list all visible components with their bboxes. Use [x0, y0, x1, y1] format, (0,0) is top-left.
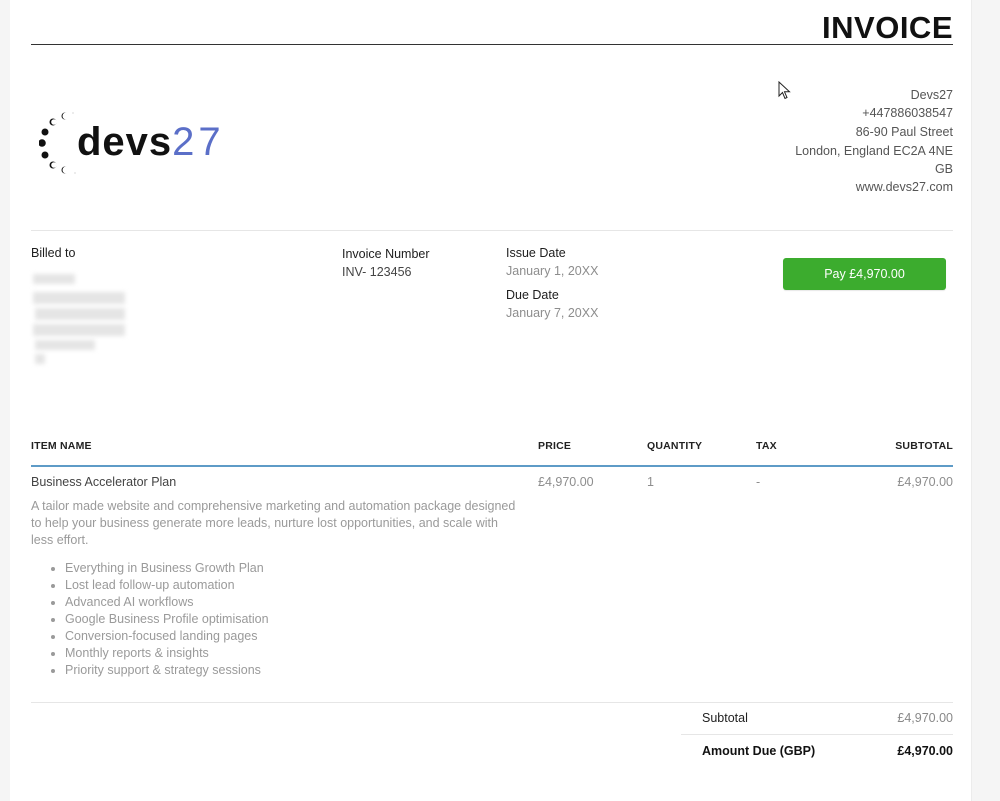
billed-to-label: Billed to: [31, 246, 76, 260]
page-margin-left: [0, 0, 10, 801]
list-item: Everything in Business Growth Plan: [65, 560, 269, 577]
column-header-quantity: QUANTITY: [647, 440, 703, 452]
item-tax: -: [756, 475, 761, 489]
item-description: A tailor made website and comprehensive …: [31, 499, 516, 547]
due-date-label: Due Date: [506, 288, 559, 302]
list-item: Monthly reports & insights: [65, 645, 269, 662]
issue-date-label: Issue Date: [506, 246, 566, 260]
amount-due-label: Amount Due (GBP): [702, 744, 816, 758]
subtotal-value: £4,970.00: [897, 711, 953, 725]
item-feature-list: Everything in Business Growth Plan Lost …: [31, 560, 269, 679]
totals-divider: [681, 734, 953, 735]
item-subtotal: £4,970.00: [897, 475, 953, 489]
invoice-title: INVOICE: [822, 10, 953, 45]
list-item: Priority support & strategy sessions: [65, 662, 269, 679]
company-details: Devs27 +447886038547 86-90 Paul Street L…: [795, 86, 953, 196]
item-name: Business Accelerator Plan: [31, 475, 177, 489]
list-item: Google Business Profile optimisation: [65, 611, 269, 628]
billed-to-section: Billed to: [31, 246, 75, 260]
company-city: London, England EC2A 4NE: [795, 144, 953, 158]
company-logo: devs27: [39, 110, 239, 174]
invoice-number-label: Invoice Number: [342, 247, 430, 261]
invoice-number-section: Invoice Number INV- 123456: [342, 247, 430, 279]
column-header-price: PRICE: [538, 440, 572, 452]
company-website[interactable]: www.devs27.com: [795, 178, 953, 196]
column-header-subtotal: SUBTOTAL: [895, 440, 953, 452]
issue-date-section: Issue Date January 1, 20XX: [506, 246, 598, 278]
due-date-value: January 7, 20XX: [506, 306, 599, 320]
invoice-number-value: INV- 123456: [342, 265, 412, 279]
page-margin-right: [971, 0, 1000, 801]
company-phone: +447886038547: [862, 106, 953, 120]
items-divider: [31, 702, 953, 703]
item-quantity: 1: [647, 475, 654, 489]
company-country: GB: [934, 162, 953, 176]
company-street: 86-90 Paul Street: [855, 125, 953, 139]
due-date-section: Due Date January 7, 20XX: [506, 288, 598, 320]
mouse-pointer-icon: [778, 81, 791, 100]
item-price: £4,970.00: [538, 475, 594, 489]
logo-wordmark: devs27: [77, 120, 225, 164]
list-item: Advanced AI workflows: [65, 594, 269, 611]
logo-moon-phases-icon: [39, 112, 76, 174]
section-divider: [31, 230, 953, 231]
company-name: Devs27: [910, 88, 953, 102]
pay-button[interactable]: Pay £4,970.00: [783, 258, 946, 290]
invoice-document: INVOICE devs27 Devs27 +447886038547 86-9…: [31, 0, 953, 801]
redacted-billing-address: [31, 272, 131, 370]
list-item: Conversion-focused landing pages: [65, 628, 269, 645]
title-divider: [31, 44, 953, 45]
amount-due-value: £4,970.00: [897, 744, 953, 758]
column-header-item-name: ITEM NAME: [31, 440, 92, 452]
column-header-tax: TAX: [756, 440, 777, 452]
list-item: Lost lead follow-up automation: [65, 577, 269, 594]
issue-date-value: January 1, 20XX: [506, 264, 599, 278]
table-header-divider: [31, 465, 953, 467]
subtotal-label: Subtotal: [702, 711, 748, 725]
